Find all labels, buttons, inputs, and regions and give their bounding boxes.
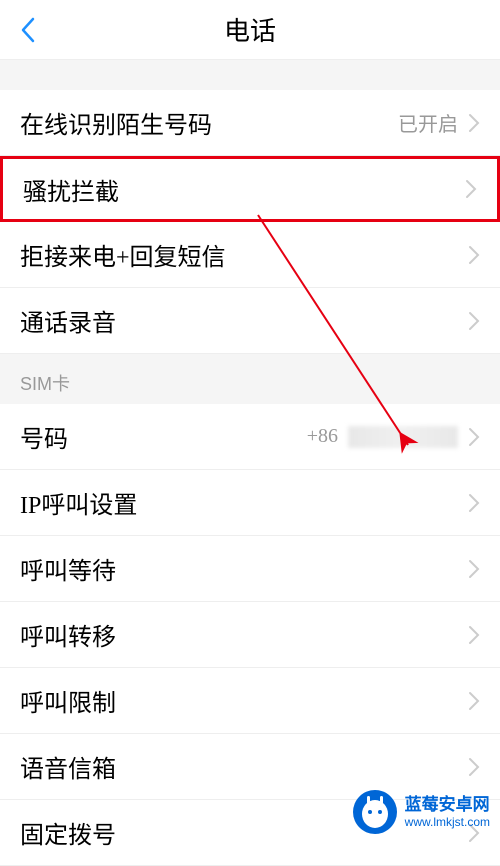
item-value: 已开启	[398, 108, 458, 137]
section-sim-card: SIM卡	[0, 354, 500, 404]
item-online-identify[interactable]: 在线识别陌生号码 已开启	[0, 90, 500, 156]
chevron-right-icon	[468, 691, 480, 711]
item-label: 在线识别陌生号码	[20, 105, 398, 140]
watermark-title: 蓝莓安卓网	[405, 795, 490, 815]
watermark-url: www.lmkjst.com	[405, 815, 490, 829]
back-icon[interactable]	[20, 17, 36, 43]
header: 电话	[0, 0, 500, 60]
item-value: +86	[307, 425, 338, 448]
blurred-number	[348, 426, 458, 448]
item-label: 拒接来电+回复短信	[20, 237, 468, 272]
item-label: 号码	[20, 419, 307, 454]
page-title: 电话	[0, 11, 500, 48]
settings-list: 在线识别陌生号码 已开启 骚扰拦截 拒接来电+回复短信 通话录音 SIM卡 号码…	[0, 90, 500, 866]
item-label: 骚扰拦截	[23, 172, 465, 207]
item-label: 语音信箱	[20, 749, 468, 784]
item-harassment-block[interactable]: 骚扰拦截	[0, 156, 500, 222]
chevron-right-icon	[468, 559, 480, 579]
item-call-restriction[interactable]: 呼叫限制	[0, 668, 500, 734]
chevron-right-icon	[468, 493, 480, 513]
item-reject-reply-sms[interactable]: 拒接来电+回复短信	[0, 222, 500, 288]
item-label: IP呼叫设置	[20, 485, 468, 520]
chevron-right-icon	[468, 245, 480, 265]
item-ip-call[interactable]: IP呼叫设置	[0, 470, 500, 536]
item-call-recording[interactable]: 通话录音	[0, 288, 500, 354]
item-label: 通话录音	[20, 303, 468, 338]
item-label: 呼叫等待	[20, 551, 468, 586]
chevron-right-icon	[468, 113, 480, 133]
item-call-forwarding[interactable]: 呼叫转移	[0, 602, 500, 668]
item-label: 呼叫转移	[20, 617, 468, 652]
watermark: 蓝莓安卓网 www.lmkjst.com	[351, 788, 490, 836]
item-phone-number[interactable]: 号码 +86	[0, 404, 500, 470]
chevron-right-icon	[468, 757, 480, 777]
chevron-right-icon	[468, 311, 480, 331]
watermark-logo-icon	[351, 788, 399, 836]
item-label: 呼叫限制	[20, 683, 468, 718]
watermark-text: 蓝莓安卓网 www.lmkjst.com	[405, 795, 490, 830]
item-call-waiting[interactable]: 呼叫等待	[0, 536, 500, 602]
chevron-right-icon	[468, 427, 480, 447]
chevron-right-icon	[468, 625, 480, 645]
chevron-right-icon	[465, 179, 477, 199]
spacer	[0, 60, 500, 90]
